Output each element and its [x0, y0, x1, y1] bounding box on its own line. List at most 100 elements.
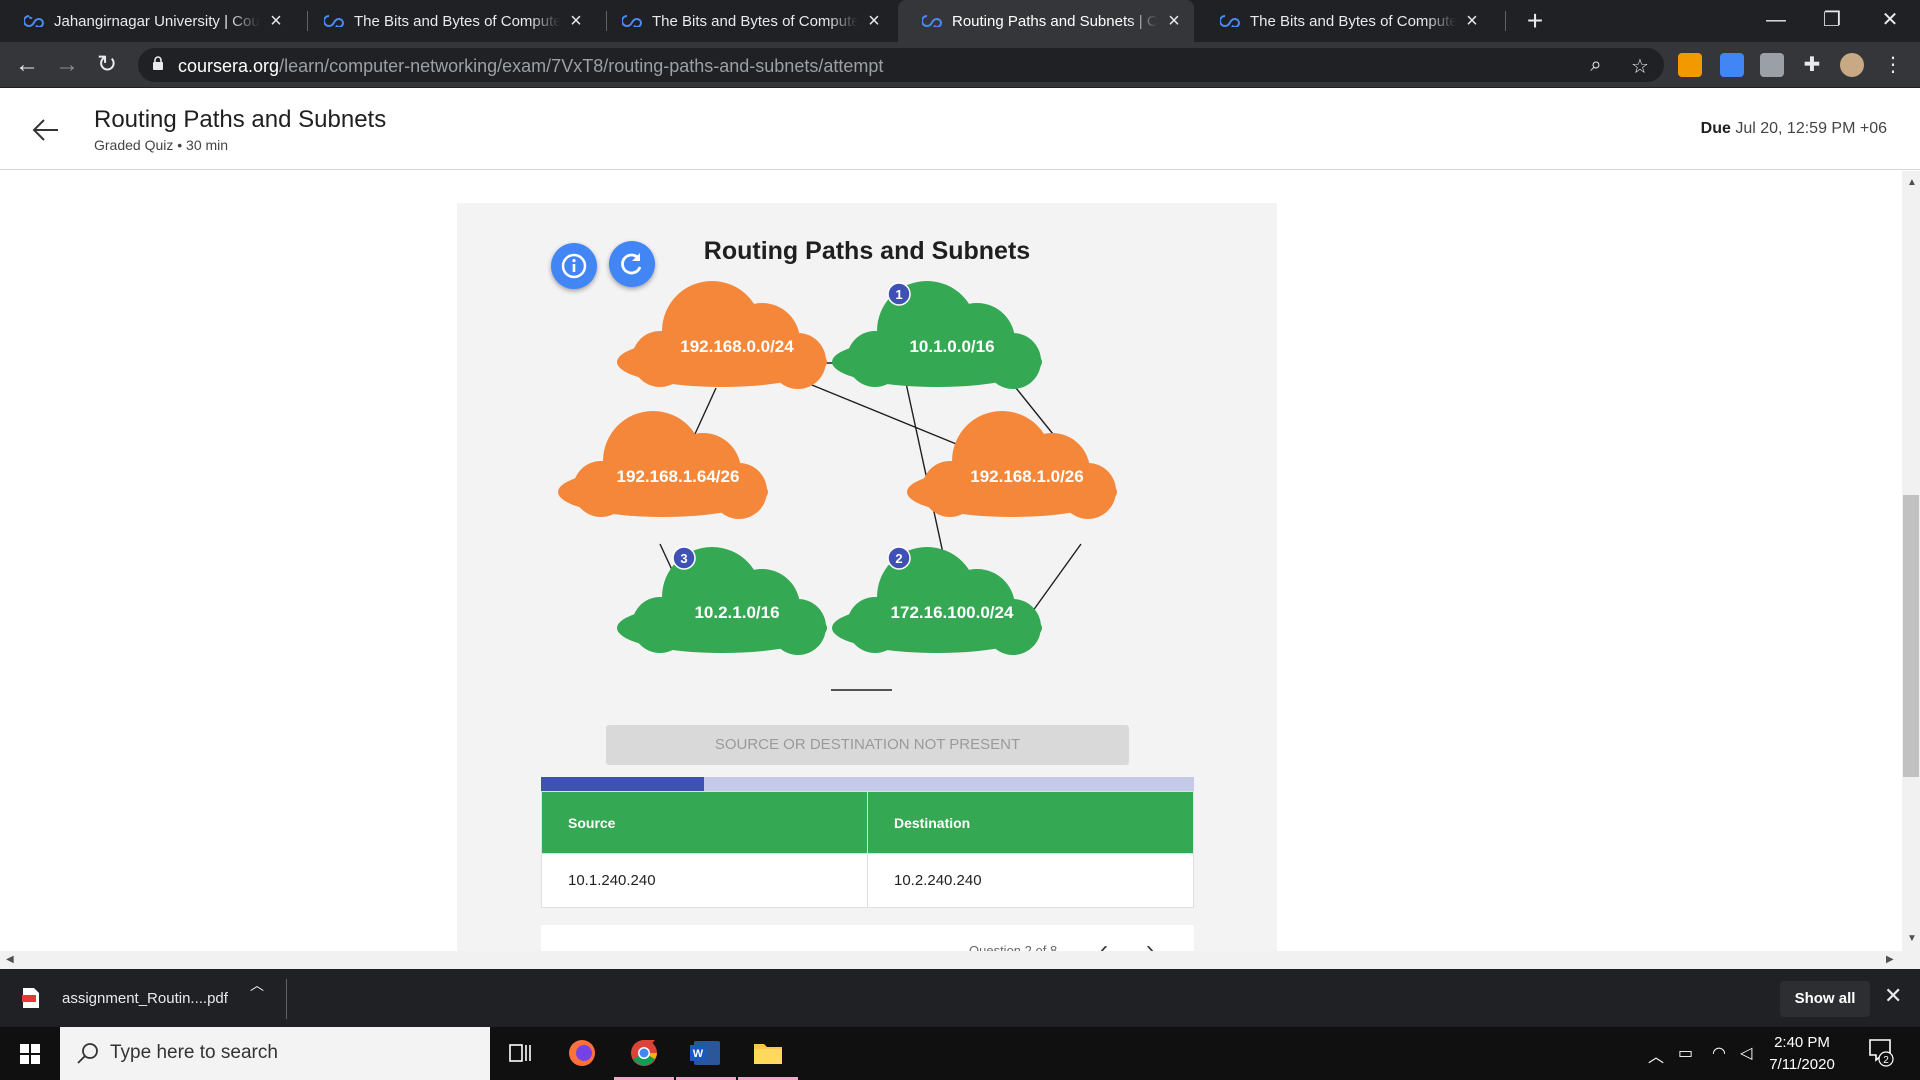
show-all-button[interactable]: Show all	[1780, 981, 1870, 1017]
zoom-icon[interactable]: ⌕	[1584, 54, 1608, 77]
close-icon[interactable]: ×	[566, 10, 586, 33]
tab-bits-bytes-1[interactable]: The Bits and Bytes of Computer N ×	[300, 0, 596, 42]
subnet-label: 192.168.0.0/24	[680, 337, 794, 356]
url-host: coursera.org	[178, 56, 280, 76]
source-destination-table: Source Destination 10.1.240.240 10.2.240…	[541, 791, 1194, 908]
search-placeholder: Type here to search	[110, 1042, 278, 1063]
taskbar-search[interactable]: Type here to search	[60, 1027, 490, 1080]
route-status-message: SOURCE OR DESTINATION NOT PRESENT	[606, 725, 1129, 765]
back-arrow-icon[interactable]	[30, 114, 62, 146]
extension-key-icon[interactable]	[1678, 53, 1702, 77]
wifi-icon[interactable]: ◠	[1712, 1043, 1726, 1063]
table-row: 10.1.240.240 10.2.240.240	[541, 853, 1194, 908]
source-header: Source	[541, 791, 868, 854]
system-clock[interactable]: 2:40 PM 7/11/2020	[1760, 1032, 1844, 1076]
horizontal-scrollbar[interactable]: ◀ ▶	[0, 951, 1920, 969]
cloud-shape	[907, 411, 1117, 519]
next-question-button[interactable]: ›	[1135, 935, 1165, 951]
shelf-divider	[286, 979, 287, 1019]
quiz-panel: 192.168.0.0/24 10.1.0.0/16 1 192.168.1.64/2…	[457, 203, 1277, 951]
subnet-cloud[interactable]: 172.16.100.0/24 2	[832, 546, 1042, 655]
question-counter: Question 2 of 8	[969, 943, 1058, 951]
task-view-button[interactable]	[490, 1027, 550, 1080]
destination-value: 10.2.240.240	[867, 853, 1194, 908]
word-app[interactable]: W	[676, 1027, 736, 1080]
subnet-cloud[interactable]: 192.168.0.0/24	[617, 281, 827, 389]
subnet-cloud[interactable]: 192.168.1.0/26	[907, 411, 1117, 519]
due-value: Jul 20, 12:59 PM +06	[1735, 120, 1887, 137]
close-icon[interactable]: ×	[1164, 10, 1184, 33]
close-icon[interactable]: ×	[864, 10, 884, 33]
subnet-cloud[interactable]: 192.168.1.64/26	[558, 411, 768, 519]
coursera-icon	[24, 15, 44, 27]
firefox-app[interactable]	[552, 1027, 612, 1080]
due-date: Due Jul 20, 12:59 PM +06	[1701, 120, 1887, 138]
extension-icon[interactable]	[1760, 53, 1784, 77]
bookmark-star-icon[interactable]: ☆	[1628, 54, 1652, 79]
subnet-label: 10.2.1.0/16	[694, 603, 779, 622]
browser-toolbar: ← → ↻ coursera.org/learn/computer-networ…	[0, 42, 1920, 88]
quiz-header: Routing Paths and Subnets Graded Quiz • …	[0, 88, 1920, 170]
page-title: Routing Paths and Subnets	[94, 106, 387, 133]
battery-icon[interactable]: ▭	[1678, 1043, 1693, 1063]
google-translate-icon[interactable]	[1720, 53, 1744, 77]
speaker-icon[interactable]: ◁	[1740, 1043, 1752, 1063]
tab-jahangirnagar[interactable]: Jahangirnagar University | Course ×	[0, 0, 296, 42]
new-tab-button[interactable]: +	[1518, 4, 1552, 38]
subnet-cloud[interactable]: 10.1.0.0/16 1	[832, 281, 1042, 389]
pdf-file-icon	[22, 988, 39, 1008]
scroll-down-icon[interactable]: ▼	[1907, 933, 1917, 944]
close-icon[interactable]: ✕	[1884, 983, 1902, 1009]
scroll-left-icon[interactable]: ◀	[6, 954, 14, 965]
notifications-button[interactable]: 2	[1868, 1037, 1894, 1072]
download-item[interactable]: assignment_Routin....pdf	[22, 979, 288, 1017]
chevron-up-icon[interactable]: ︿	[1648, 1043, 1664, 1067]
previous-question-button[interactable]: ‹	[1089, 935, 1119, 951]
tab-strip: Jahangirnagar University | Course × The …	[0, 0, 1920, 42]
tab-bits-bytes-2[interactable]: The Bits and Bytes of Computer N ×	[598, 0, 894, 42]
clock-time: 2:40 PM	[1774, 1034, 1830, 1051]
subnet-label: 192.168.1.64/26	[617, 467, 740, 486]
chevron-up-icon[interactable]: ︿	[250, 975, 264, 995]
scroll-right-icon[interactable]: ▶	[1886, 954, 1894, 965]
window-close-button[interactable]: ✕	[1862, 0, 1918, 42]
windows-start-icon[interactable]	[20, 1044, 40, 1064]
notification-count: 2	[1883, 1055, 1889, 1066]
router-badge-number: 1	[895, 287, 902, 302]
tab-bits-bytes-3[interactable]: The Bits and Bytes of Computer N ×	[1196, 0, 1492, 42]
cloud-shape	[558, 411, 768, 519]
close-icon[interactable]: ×	[266, 10, 286, 33]
tab-title: Routing Paths and Subnets | Cour	[952, 12, 1158, 30]
address-bar[interactable]: coursera.org/learn/computer-networking/e…	[138, 48, 1664, 82]
back-button[interactable]: ←	[12, 50, 42, 80]
lock-icon	[153, 56, 163, 70]
vertical-scroll-thumb[interactable]	[1903, 495, 1919, 777]
cloud-shape	[617, 547, 827, 655]
menu-kebab-icon[interactable]: ⋮	[1878, 50, 1908, 80]
tab-title: The Bits and Bytes of Computer N	[354, 12, 560, 30]
minimize-button[interactable]: —	[1748, 0, 1804, 42]
svg-text:W: W	[693, 1048, 704, 1060]
tab-routing-paths[interactable]: Routing Paths and Subnets | Cour ×	[898, 0, 1194, 42]
subnet-cloud[interactable]: 10.2.1.0/16 3	[617, 546, 827, 655]
file-explorer-app[interactable]	[738, 1027, 798, 1080]
reload-button[interactable]: ↻	[92, 50, 122, 80]
scroll-up-icon[interactable]: ▲	[1907, 177, 1917, 188]
cloud-shape	[617, 281, 827, 389]
firefox-icon	[569, 1040, 595, 1066]
close-icon[interactable]: ×	[1462, 10, 1482, 33]
windows-taskbar: Type here to search W ︿ ▭ ◠ ◁ 2:40 PM 7/…	[0, 1027, 1920, 1080]
puzzle-icon[interactable]: ✚	[1800, 53, 1824, 77]
word-icon: W	[690, 1041, 720, 1065]
page-subtitle: Graded Quiz • 30 min	[94, 137, 229, 153]
avatar[interactable]	[1840, 53, 1864, 77]
forward-button[interactable]: →	[52, 50, 82, 80]
download-filename: assignment_Routin....pdf	[62, 989, 228, 1007]
chrome-app[interactable]	[614, 1027, 674, 1080]
coursera-icon	[622, 15, 642, 27]
restore-button[interactable]: ❐	[1804, 0, 1860, 42]
quiz-progress-bar	[541, 777, 1194, 791]
folder-icon	[754, 1044, 782, 1064]
tab-title: The Bits and Bytes of Computer N	[652, 12, 858, 30]
progress-fill	[541, 777, 705, 791]
